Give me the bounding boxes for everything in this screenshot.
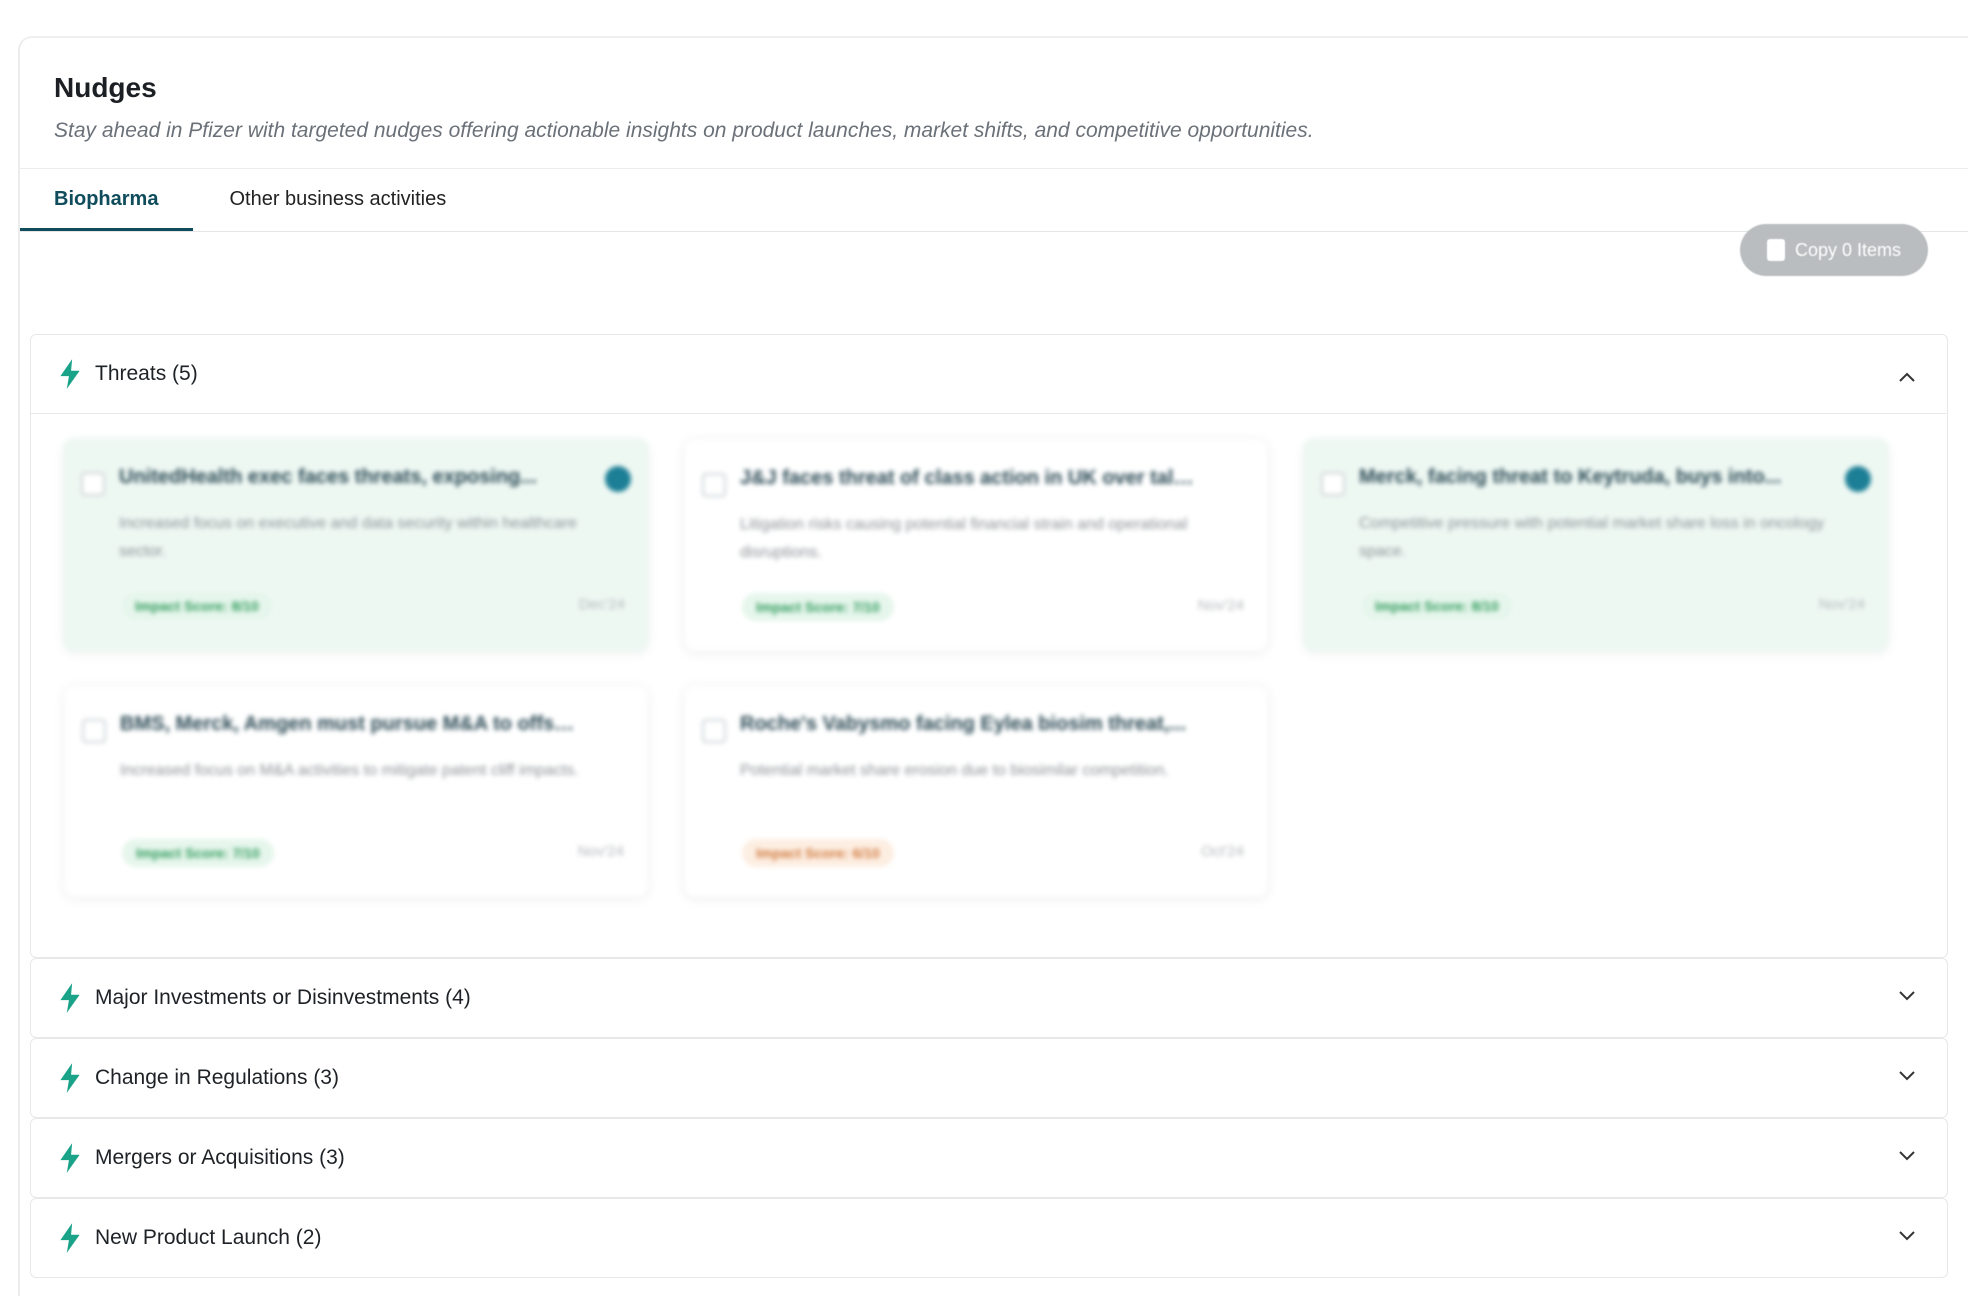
card-description: Increased focus on executive and data se… xyxy=(119,515,578,560)
nudge-card[interactable]: Roche's Vabysmo facing Eylea biosim thre… xyxy=(683,684,1269,898)
card-checkbox[interactable] xyxy=(702,719,726,743)
card-checkbox[interactable] xyxy=(1321,472,1345,496)
nudge-card[interactable]: J&J faces threat of class action in UK o… xyxy=(683,438,1269,652)
card-date: Nov'24 xyxy=(1818,596,1865,613)
card-date: Nov'24 xyxy=(577,843,624,860)
card-date: Oct'24 xyxy=(1201,843,1244,860)
card-title: J&J faces threat of class action in UK o… xyxy=(740,467,1200,489)
section-header-threats[interactable]: Threats (5) xyxy=(31,335,1947,414)
section-header-major-investments[interactable]: Major Investments or Disinvestments (4) xyxy=(31,959,1947,1037)
card-description: Litigation risks causing potential finan… xyxy=(740,516,1188,561)
card-checkbox[interactable] xyxy=(81,472,105,496)
card-description: Increased focus on M&A activities to mit… xyxy=(120,762,579,779)
card-title: Roche's Vabysmo facing Eylea biosim thre… xyxy=(740,713,1187,735)
section-title: Mergers or Acquisitions (3) xyxy=(95,1146,345,1169)
section-threats: Threats (5) UnitedHealth exec faces thre… xyxy=(30,334,1948,958)
bolt-icon xyxy=(60,983,80,1013)
bolt-icon xyxy=(60,1223,80,1253)
tab-biopharma[interactable]: Biopharma xyxy=(20,169,194,231)
card-date: Nov'24 xyxy=(1197,597,1244,614)
tab-bar: Biopharma Other business activities xyxy=(20,168,1968,232)
page-subtitle: Stay ahead in Pfizer with targeted nudge… xyxy=(54,119,1314,142)
threat-cards: UnitedHealth exec faces threats, exposin… xyxy=(31,414,1947,954)
chevron-down-icon[interactable] xyxy=(1897,1065,1917,1085)
nudge-card[interactable]: Merck, facing threat to Keytruda, buys i… xyxy=(1303,438,1889,652)
section-title: Change in Regulations (3) xyxy=(95,1066,339,1089)
page-header: Nudges Stay ahead in Pfizer with targete… xyxy=(54,68,1968,146)
tab-other-business-activities[interactable]: Other business activities xyxy=(193,169,482,231)
card-title: Merck, facing threat to Keytruda, buys i… xyxy=(1359,466,1782,488)
check-circle-icon xyxy=(1845,466,1871,492)
section-header-change-in-regulations[interactable]: Change in Regulations (3) xyxy=(31,1039,1947,1117)
copy-items-button[interactable]: Copy 0 Items xyxy=(1740,224,1928,276)
section-header-mergers-acquisitions[interactable]: Mergers or Acquisitions (3) xyxy=(31,1119,1947,1197)
page-title: Nudges xyxy=(54,72,157,103)
impact-badge: Impact Score: 7/10 xyxy=(122,839,274,867)
card-title: BMS, Merck, Amgen must pursue M&A to off… xyxy=(120,713,580,735)
section-title: New Product Launch (2) xyxy=(95,1226,322,1249)
section-title: Major Investments or Disinvestments (4) xyxy=(95,986,471,1009)
card-checkbox[interactable] xyxy=(702,473,726,497)
card-checkbox[interactable] xyxy=(82,719,106,743)
copy-icon xyxy=(1766,239,1785,261)
chevron-down-icon[interactable] xyxy=(1897,1145,1917,1165)
impact-badge: Impact Score: 7/10 xyxy=(742,593,894,621)
bolt-icon xyxy=(60,1063,80,1093)
card-description: Potential market share erosion due to bi… xyxy=(740,762,1169,779)
card-description: Competitive pressure with potential mark… xyxy=(1359,515,1825,560)
impact-badge: Impact Score: 8/10 xyxy=(1361,592,1513,620)
nudge-card[interactable]: UnitedHealth exec faces threats, exposin… xyxy=(63,438,649,652)
chevron-up-icon[interactable] xyxy=(1897,367,1917,387)
section-mergers-acquisitions: Mergers or Acquisitions (3) xyxy=(30,1118,1948,1198)
section-major-investments: Major Investments or Disinvestments (4) xyxy=(30,958,1948,1038)
section-title: Threats (5) xyxy=(95,362,198,385)
card-title: UnitedHealth exec faces threats, exposin… xyxy=(119,466,537,488)
copy-items-label: Copy 0 Items xyxy=(1794,239,1902,260)
chevron-down-icon[interactable] xyxy=(1897,985,1917,1005)
bolt-icon xyxy=(60,1143,80,1173)
check-circle-icon xyxy=(605,466,631,492)
nudge-card[interactable]: BMS, Merck, Amgen must pursue M&A to off… xyxy=(63,684,649,898)
section-change-in-regulations: Change in Regulations (3) xyxy=(30,1038,1948,1118)
chevron-down-icon[interactable] xyxy=(1897,1225,1917,1245)
impact-badge: Impact Score: 6/10 xyxy=(742,839,894,867)
bolt-icon xyxy=(60,359,80,389)
impact-badge: Impact Score: 8/10 xyxy=(121,592,273,620)
section-header-new-product-launch[interactable]: New Product Launch (2) xyxy=(31,1199,1947,1277)
card-date: Dec'24 xyxy=(578,596,625,613)
section-new-product-launch: New Product Launch (2) xyxy=(30,1198,1948,1278)
